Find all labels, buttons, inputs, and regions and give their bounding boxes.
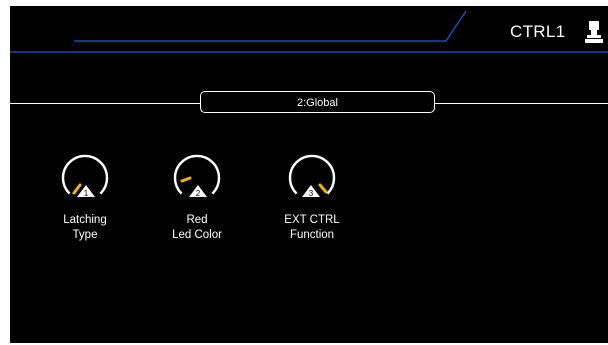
knob-ext-ctrl-function[interactable]: 3 EXT CTRL Function (272, 145, 352, 243)
knob-label-line1: Red (186, 214, 208, 226)
knob-label: EXT CTRL Function (272, 213, 352, 243)
knob-red-led-color[interactable]: 2 Red Led Color (157, 145, 237, 243)
device-screen: CTRL1 2:Global 1 Latching Type 2 Red Led… (10, 6, 608, 343)
knob-label: Red Led Color (157, 213, 237, 243)
knob-dial-icon: 3 (288, 154, 336, 198)
knob-dial-icon: 1 (61, 154, 109, 198)
page-tab-global[interactable]: 2:Global (200, 91, 435, 113)
knob-number: 3 (309, 189, 314, 198)
knob-label-line1: EXT CTRL (284, 214, 340, 226)
device-name: CTRL1 (510, 22, 566, 41)
knob-label-line1: Latching (63, 214, 107, 226)
knob-number: 2 (196, 189, 201, 198)
knob-label-line2: Function (289, 229, 335, 241)
knob-number: 1 (84, 189, 89, 198)
pedal-icon (585, 21, 603, 43)
knob-label-line2: Led Color (172, 229, 222, 241)
knob-latching-type[interactable]: 1 Latching Type (45, 145, 125, 243)
knob-dial-icon: 2 (173, 154, 221, 198)
knob-label: Latching Type (45, 213, 125, 243)
knob-label-line2: Type (72, 229, 98, 241)
